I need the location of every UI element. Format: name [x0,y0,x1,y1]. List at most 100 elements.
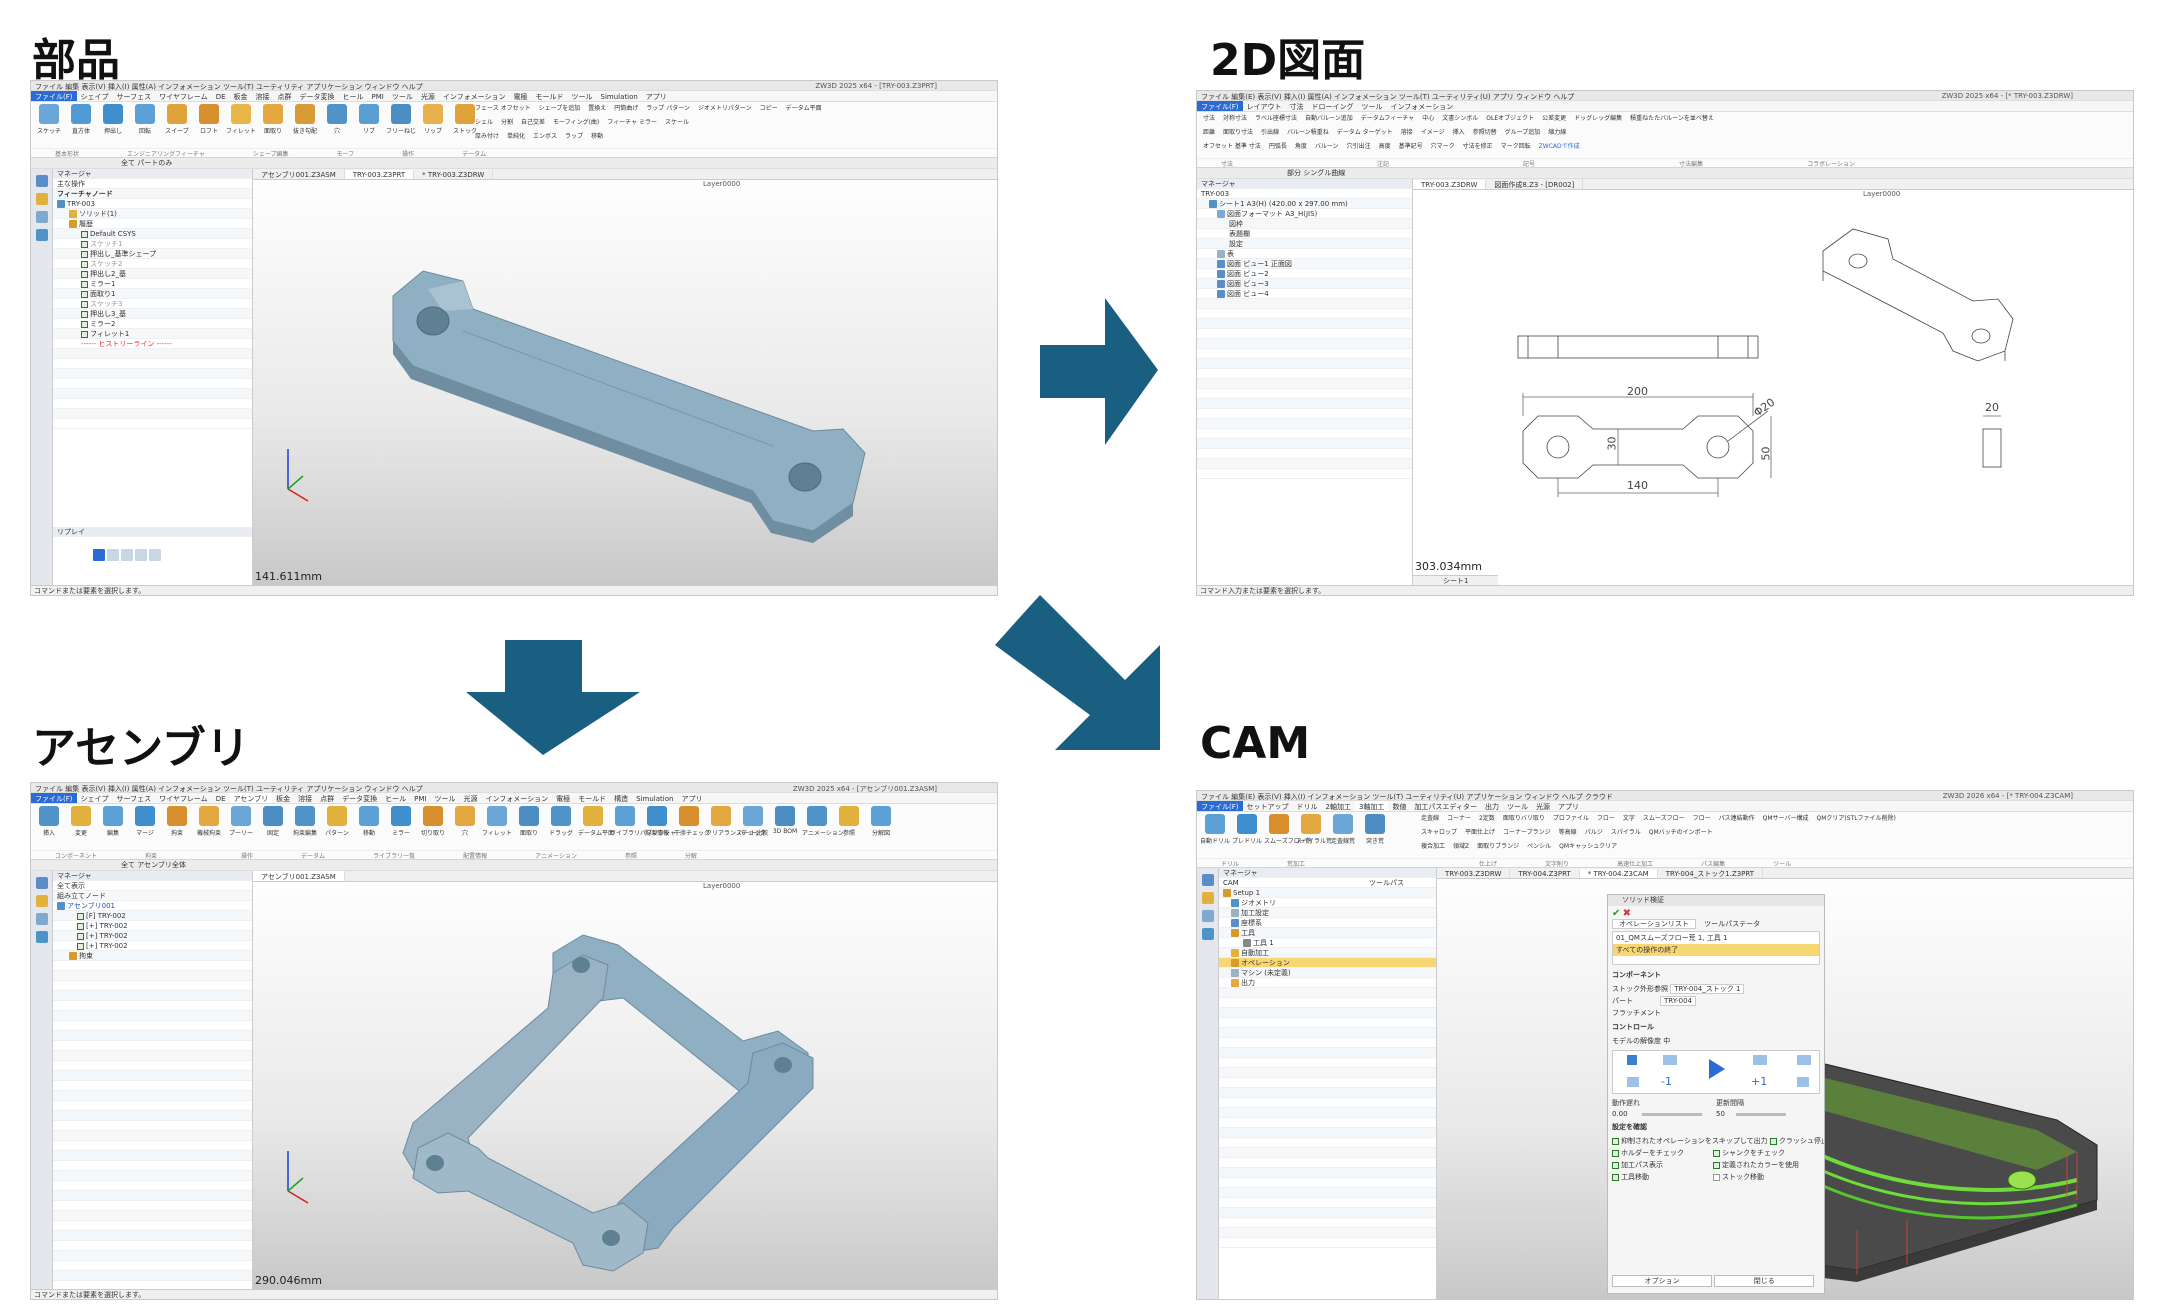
zwcad-button[interactable]: ZWCADで作成 [1539,142,1580,152]
spiral-button[interactable]: スパイラル [1611,828,1641,838]
add-shape-button[interactable]: シェープを追加 [539,104,581,114]
tab-path-editor[interactable]: 加工パスエディター [1410,801,1481,811]
tree-item[interactable]: 自動加工 [1219,948,1436,958]
tree-item[interactable]: Default CSYS [53,229,252,239]
history-line[interactable]: ------ ヒストリーライン ------ [53,339,252,349]
ribbon-button[interactable]: 挿入 [34,806,64,837]
qm-server-button[interactable]: QMサーバー構成 [1763,814,1809,824]
tab-output[interactable]: 出力 [1481,801,1503,811]
tree-item[interactable]: 押出し3_基 [53,309,252,319]
checkbox[interactable] [81,230,88,238]
tree-item[interactable]: 図面 ビュー1 正面図 [1197,259,1412,269]
checkbox[interactable] [81,310,88,318]
stock-field[interactable]: TRY-004_ストック 1 [1670,984,1745,994]
tree-item[interactable]: 工具 [1219,928,1436,938]
checkbox[interactable] [1612,1149,1619,1157]
tab-file[interactable]: ファイル(F) [1197,101,1243,111]
scanline-button[interactable]: 走査線 [1421,814,1439,824]
tab-2axis[interactable]: 2軸加工 [1322,801,1355,811]
wrap-button[interactable]: ラップ [565,132,583,142]
view-icon[interactable] [35,211,48,223]
balloon-stack-button[interactable]: バルーン積重ね [1287,128,1329,138]
group-add-button[interactable]: グループ追加 [1505,128,1541,138]
self-intersect-button[interactable]: 自己交差 [521,118,545,128]
ribbon-button[interactable]: プーリー [226,806,256,837]
tree-item[interactable]: ミラー2 [53,319,252,329]
tree-item[interactable]: 拘束 [53,951,252,961]
end-icon[interactable] [135,549,147,561]
mark-rotate-button[interactable]: マーク回転 [1501,142,1531,152]
ribbon-button[interactable]: 走査線荒 [1328,814,1358,845]
ribbon-button[interactable]: 分解図 [866,806,896,837]
tree-item-selected[interactable]: オペレーション [1219,958,1436,968]
manager-icon[interactable] [35,877,48,889]
tab-tools[interactable]: ツール [1358,101,1387,111]
tab-apps[interactable]: アプリ [642,91,671,101]
link-motion-button[interactable]: パス連結動作 [1719,814,1755,824]
sheet-tab[interactable]: シート1 [1413,575,1499,585]
tab-wireframe[interactable]: ワイヤフレーム [155,793,212,803]
tab-drawing[interactable]: ドローイング [1308,101,1358,111]
profile-button[interactable]: プロファイル [1553,814,1589,824]
ref-switch-button[interactable]: 参照切替 [1473,128,1497,138]
tree-item[interactable]: 押出し2_基 [53,269,252,279]
ribbon-button[interactable]: スパイラル荒 [1296,814,1332,845]
operation-item-selected[interactable]: すべての操作の終了 [1613,944,1819,956]
tree-item[interactable]: マシン (未定義) [1219,968,1436,978]
tree-item[interactable]: 履歴 [53,219,252,229]
offset-dim-button[interactable]: オフセット 基準 寸法 [1203,142,1261,152]
layer-select[interactable]: Layer0000 [703,882,740,890]
delay-slider[interactable] [1642,1112,1702,1116]
fast-forward-icon[interactable] [1797,1077,1809,1087]
smooth-flow-button[interactable]: スムーズフロー [1643,814,1685,824]
tree-item[interactable]: 図枠 [1197,219,1412,229]
text-button[interactable]: 文字 [1623,814,1635,824]
tab-file[interactable]: ファイル(F) [31,91,77,101]
tab-info[interactable]: インフォメーション [482,793,553,803]
ribbon-button[interactable]: プレドリル [1232,814,1262,845]
doc-symbol-button[interactable]: 文書シンボル [1442,114,1478,124]
datum-symbol-button[interactable]: 基準記号 [1399,142,1423,152]
ok-icon[interactable]: ✔ [1612,908,1620,919]
corner-flange-button[interactable]: コーナーブランジ [1503,828,1551,838]
dim-edit-button[interactable]: 寸法を修正 [1463,142,1493,152]
chamfer-dim-button[interactable]: 面取り寸法 [1223,128,1253,138]
drawing-sheet[interactable]: TRY-003.Z3DRW 図面作成8.Z3 - [DR002] Layer000… [1413,179,2133,585]
region-z-button[interactable]: 領域Z [1453,842,1469,852]
tree-item[interactable]: [F] TRY-002 [53,911,252,921]
play-icon[interactable] [93,549,105,561]
tab-light[interactable]: 光源 [1532,801,1554,811]
user-icon[interactable] [35,931,48,943]
dogleg-button[interactable]: ドッグレッグ編集 [1574,114,1622,124]
replace-button[interactable]: 置換え [588,104,606,114]
plus-one-button[interactable]: +1 [1751,1075,1767,1088]
emboss-button[interactable]: エンボス [533,132,557,142]
tab-pointcloud[interactable]: 点群 [316,793,338,803]
distance-button[interactable]: 距離 [1203,128,1215,138]
copy-button[interactable]: コピー [760,104,778,114]
wrap-pattern-button[interactable]: ラップ パターン [646,104,690,114]
center-button[interactable]: 中心 [1422,114,1434,124]
tab-3axis[interactable]: 3軸加工 [1354,801,1389,811]
checkbox[interactable] [81,270,88,278]
tree-item[interactable]: 図面 ビュー3 [1197,279,1412,289]
balloon-button[interactable]: バルーン [1315,142,1339,152]
next-icon[interactable] [121,549,133,561]
geom-pattern-button[interactable]: ジオメトリパターン [698,104,752,114]
tree-item[interactable]: ミラー1 [53,279,252,289]
doc-tab-active[interactable]: TRY-003.Z3PRT [344,170,415,179]
tab-weld[interactable]: 溶接 [294,793,316,803]
step-back-icon[interactable] [1663,1055,1677,1065]
ribbon-button[interactable]: 変更 [66,806,96,837]
checkbox[interactable] [77,942,84,950]
shrink-line-button[interactable]: 縮力線 [1548,128,1566,138]
tree-item[interactable]: 加工設定 [1219,908,1436,918]
pencil-button[interactable]: ペンシル [1527,842,1551,852]
filter-select[interactable]: 全て表示 [53,881,252,891]
tree-item[interactable]: TRY-003 [53,199,252,209]
ribbon-button[interactable]: 拘束情報 [642,806,672,837]
tol-change-button[interactable]: 公差変更 [1542,114,1566,124]
two-const-button[interactable]: 2定数 [1479,814,1495,824]
filter-bar[interactable]: 全て アセンブリ全体 [31,860,997,871]
chamfer-flange-button[interactable]: 面取りブランジ [1477,842,1519,852]
